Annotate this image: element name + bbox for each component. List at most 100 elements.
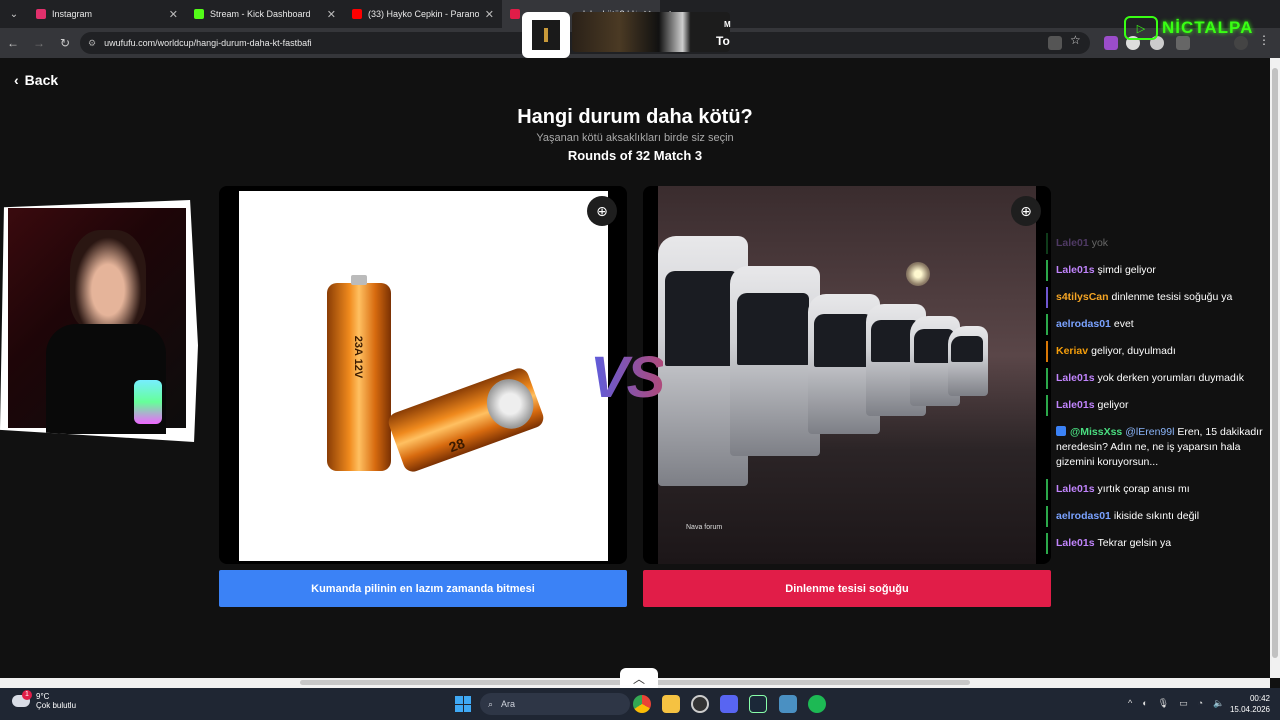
image-watermark: Nava forum: [686, 524, 723, 531]
chat-message: Lale01 yok: [1046, 233, 1270, 254]
network-icon[interactable]: ◔: [1198, 698, 1203, 709]
chat-message: Lale01s Tekrar gelsin ya: [1046, 533, 1270, 554]
chat-mention[interactable]: @lEren99l: [1125, 426, 1174, 438]
obs-icon[interactable]: [691, 695, 709, 713]
chat-message: @MissXss @lEren99l Eren, 15 dakikadır ner…: [1046, 422, 1270, 473]
chat-username[interactable]: Lale01s: [1056, 264, 1095, 276]
street-lamp: [906, 262, 930, 286]
chevron-left-icon: ‹: [14, 72, 19, 88]
bus-shape: [948, 326, 988, 396]
weather-widget[interactable]: 1 9°C Çok bulutlu: [12, 690, 76, 710]
app-icon[interactable]: [779, 695, 797, 713]
back-label: Back: [24, 72, 59, 88]
close-tab-icon[interactable]: ✕: [327, 8, 336, 21]
file-explorer-icon[interactable]: [662, 695, 680, 713]
tab-youtube[interactable]: (33) Hayko Cepkin - Paranoya ✕: [344, 0, 502, 28]
video-title-fragment: To: [716, 34, 730, 48]
site-info-icon[interactable]: ⚙: [88, 38, 96, 49]
chrome-icon[interactable]: [633, 695, 651, 713]
right-choice-card[interactable]: Nava forum ⊕: [643, 186, 1051, 564]
forward-arrow-icon[interactable]: →: [26, 36, 52, 50]
clock-time: 00:42: [1249, 694, 1270, 703]
buses-image[interactable]: Nava forum: [658, 186, 1036, 564]
discord-icon[interactable]: [720, 695, 738, 713]
url-text: uwufufu.com/worldcup/hangi-durum-daha-kt…: [104, 38, 312, 48]
kick-icon: [194, 9, 204, 19]
chat-text: yırtık çorap anısı mı: [1097, 483, 1190, 495]
chat-overlay: Lale01 yok Lale01s şimdi geliyor s4tilysCan d…: [1046, 233, 1270, 560]
choose-right-button[interactable]: Dinlenme tesisi soğuğu: [643, 570, 1051, 607]
chat-username[interactable]: aelrodas01: [1056, 510, 1111, 522]
chat-message: Keriav geliyor, duyulmadı: [1046, 341, 1270, 362]
close-tab-icon[interactable]: ✕: [485, 8, 494, 21]
search-icon: ⌕: [488, 698, 494, 709]
battery-image[interactable]: 23A 12V 28: [239, 191, 608, 561]
chat-text: şimdi geliyor: [1097, 264, 1156, 276]
translate-icon[interactable]: [1048, 36, 1062, 50]
video-title-fragment: M: [724, 20, 731, 29]
menu-kebab-icon[interactable]: ⋮: [1258, 33, 1272, 47]
system-tray: ^ ◐ 🎙 ▭ ◔ 🔈: [1128, 698, 1224, 709]
volume-icon[interactable]: 🔈: [1213, 698, 1224, 709]
streamer-logo: ▷ NİCTALPA: [1124, 16, 1253, 40]
microphone-icon[interactable]: 🎙: [1158, 698, 1169, 709]
chat-message: Lale01s geliyor: [1046, 395, 1270, 416]
chat-username[interactable]: Lale01s: [1056, 372, 1095, 384]
chat-username[interactable]: Lale01s: [1056, 483, 1095, 495]
display-icon[interactable]: ▭: [1179, 698, 1188, 709]
chat-username[interactable]: aelrodas01: [1056, 318, 1111, 330]
spotify-icon[interactable]: [808, 695, 826, 713]
choose-left-button[interactable]: Kumanda pilinin en lazım zamanda bitmesi: [219, 570, 627, 607]
windows-start-icon[interactable]: [455, 696, 471, 712]
reload-icon[interactable]: ↻: [52, 36, 78, 50]
chat-message: Lale01s yok derken yorumları duymadık: [1046, 368, 1270, 389]
clock[interactable]: 00:42 15.04.2026: [1230, 693, 1270, 715]
tab-hover-thumbnail: [522, 12, 570, 58]
webcam-overlay: [0, 200, 198, 442]
taskbar-search[interactable]: ⌕ Ara: [480, 693, 630, 715]
battery-lying: [385, 365, 547, 475]
chevron-up-icon[interactable]: ︿: [620, 668, 658, 688]
zoom-icon[interactable]: ⊕: [1011, 196, 1041, 226]
chat-username[interactable]: Lale01s: [1056, 537, 1095, 549]
chat-username[interactable]: s4tilysCan: [1056, 291, 1109, 303]
back-button[interactable]: ‹ Back: [14, 72, 58, 88]
youtube-icon: [352, 9, 362, 19]
chat-text: Tekrar gelsin ya: [1097, 537, 1172, 549]
bookmark-star-icon[interactable]: ☆: [1070, 33, 1084, 47]
chat-text: geliyor: [1097, 399, 1129, 411]
steam-icon[interactable]: [749, 695, 767, 713]
round-indicator: Rounds of 32 Match 3: [567, 148, 703, 163]
extension-icon[interactable]: [1104, 36, 1118, 50]
chat-text: dinlenme tesisi soğuğu ya: [1111, 291, 1233, 303]
zoom-icon[interactable]: ⊕: [587, 196, 617, 226]
battery-label: 23A 12V: [352, 335, 365, 379]
webcam-feed: [8, 208, 186, 434]
chat-username[interactable]: @MissXss: [1070, 426, 1122, 438]
tab-kick-dashboard[interactable]: Stream - Kick Dashboard ✕: [186, 0, 344, 28]
chat-username[interactable]: Keriav: [1056, 345, 1088, 357]
close-tab-icon[interactable]: ✕: [169, 8, 178, 21]
left-choice-card[interactable]: 23A 12V 28 ⊕: [219, 186, 627, 564]
play-icon: ▷: [1124, 16, 1158, 40]
chat-username[interactable]: Lale01s: [1056, 399, 1095, 411]
streamer-face: [70, 230, 146, 330]
rgb-speaker: [134, 380, 162, 424]
tab-title: Stream - Kick Dashboard: [210, 9, 311, 19]
chat-text: evet: [1113, 318, 1134, 330]
back-arrow-icon[interactable]: ←: [0, 36, 26, 50]
search-label: Ara: [501, 699, 516, 709]
tab-title: Instagram: [52, 9, 93, 19]
chat-text: yok derken yorumları duymadık: [1097, 372, 1245, 384]
vertical-scrollbar[interactable]: [1270, 58, 1280, 678]
chevron-up-icon[interactable]: ^: [1128, 698, 1132, 709]
chat-message: aelrodas01 evet: [1046, 314, 1270, 335]
instagram-icon: [36, 9, 46, 19]
chat-message: aelrodas01 ikiside sıkıntı değil: [1046, 506, 1270, 527]
chat-username[interactable]: Lale01: [1056, 237, 1089, 249]
reply-icon: [1056, 426, 1066, 436]
tab-search-chevron-icon[interactable]: ⌄: [0, 0, 28, 28]
tab-instagram[interactable]: Instagram ✕: [28, 0, 186, 28]
tray-app-icon[interactable]: ◐: [1142, 698, 1147, 709]
chat-text: yok: [1091, 237, 1109, 249]
